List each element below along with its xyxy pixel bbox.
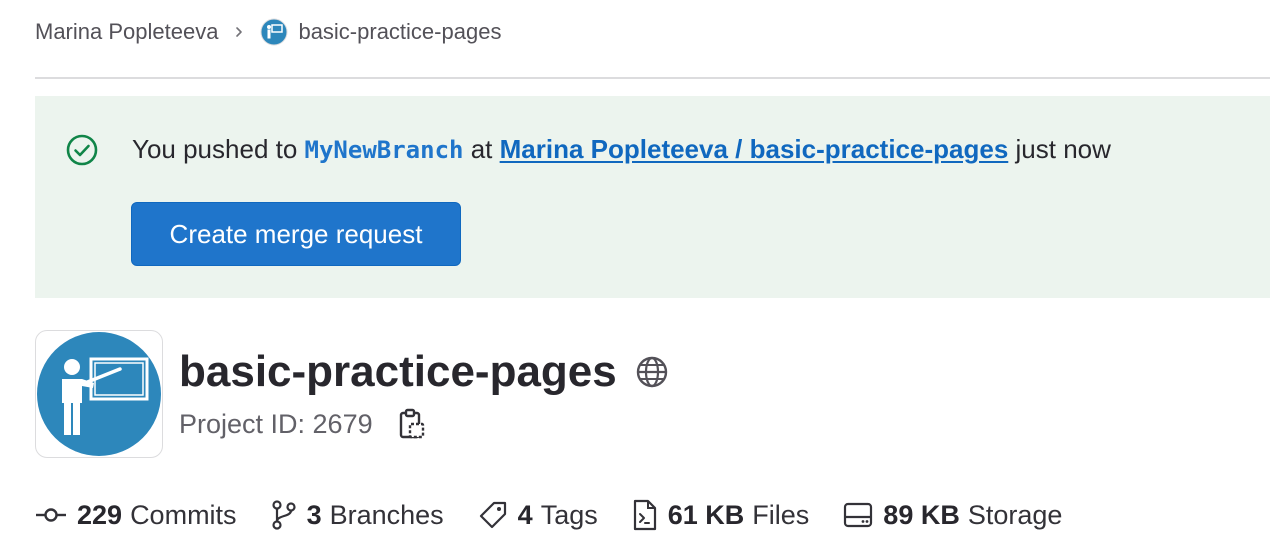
check-circle-icon	[65, 133, 99, 167]
stat-commits-value: 229	[77, 499, 123, 530]
project-id-label: Project ID: 2679	[179, 409, 373, 439]
stat-branches-value: 3	[306, 499, 322, 530]
stat-branches-label: Branches	[329, 499, 444, 530]
create-merge-request-button[interactable]: Create merge request	[131, 202, 461, 266]
breadcrumb-project-link[interactable]: basic-practice-pages	[298, 19, 501, 45]
alert-message: You pushed to MyNewBranch at Marina Popl…	[132, 130, 1111, 169]
stat-files-label: Files	[752, 499, 810, 530]
breadcrumb-divider	[35, 77, 1270, 79]
stat-tags[interactable]: 4 Tags	[478, 500, 598, 531]
chevron-right-icon	[232, 25, 246, 39]
project-avatar	[35, 330, 163, 458]
project-page: Marina Popleteeva basic-practice-pages Y…	[0, 0, 1270, 558]
storage-icon	[843, 501, 873, 529]
stat-commits-label: Commits	[130, 499, 237, 530]
stat-commits[interactable]: 229 Commits	[35, 500, 237, 531]
file-icon	[632, 499, 658, 531]
stat-tags-label: Tags	[540, 499, 598, 530]
stat-storage-label: Storage	[967, 499, 1063, 530]
copy-project-id-button[interactable]	[397, 408, 425, 440]
project-avatar-small-icon	[260, 18, 288, 46]
globe-icon	[635, 355, 669, 389]
tag-icon	[478, 500, 508, 530]
project-id: Project ID: 2679	[179, 404, 425, 444]
breadcrumb: Marina Popleteeva basic-practice-pages	[35, 14, 501, 50]
clipboard-icon	[399, 408, 424, 439]
project-name: basic-practice-pages	[179, 347, 617, 396]
project-stats: 229 Commits 3 Branches 4 Tags 61 KB File…	[35, 494, 1096, 536]
branch-icon	[271, 500, 297, 530]
breadcrumb-owner-link[interactable]: Marina Popleteeva	[35, 19, 218, 45]
alert-prefix: You pushed to	[132, 134, 305, 164]
stat-files-value: 61 KB	[667, 499, 745, 530]
teacher-presentation-icon	[37, 332, 161, 456]
stat-tags-value: 4	[517, 499, 533, 530]
stat-storage-value: 89 KB	[883, 499, 960, 530]
project-title: basic-practice-pages	[179, 344, 669, 400]
stat-storage[interactable]: 89 KB Storage	[843, 500, 1062, 531]
alert-suffix: just now	[1008, 134, 1111, 164]
project-link[interactable]: Marina Popleteeva / basic-practice-pages	[500, 134, 1009, 164]
commit-icon	[35, 505, 67, 525]
alert-middle: at	[463, 134, 500, 164]
stat-branches[interactable]: 3 Branches	[271, 500, 444, 531]
push-alert: You pushed to MyNewBranch at Marina Popl…	[35, 96, 1270, 298]
stat-files[interactable]: 61 KB Files	[632, 499, 810, 531]
branch-name: MyNewBranch	[304, 136, 464, 164]
